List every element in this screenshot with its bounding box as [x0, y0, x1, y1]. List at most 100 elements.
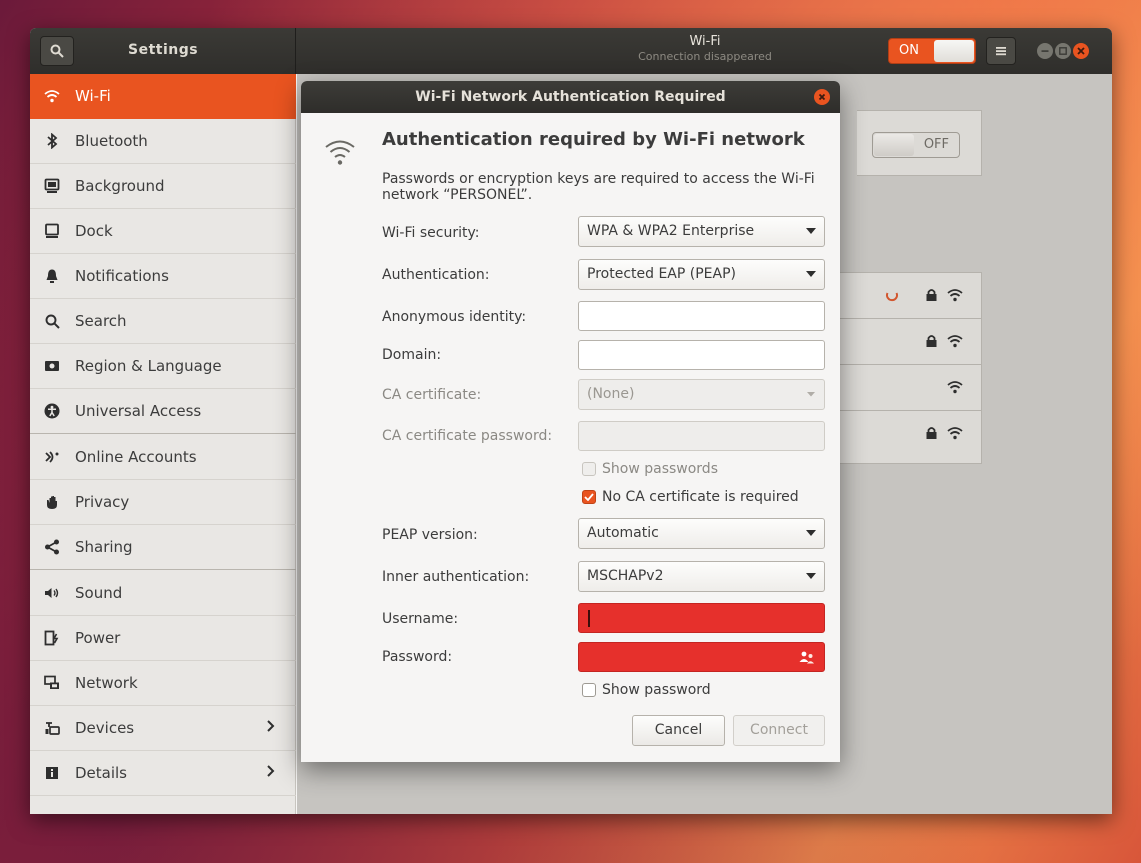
show-passwords-checkbox[interactable] [582, 462, 596, 476]
network-row[interactable] [837, 319, 982, 365]
dock-icon [42, 221, 62, 241]
show-password-checkbox-row[interactable]: Show password [582, 682, 711, 698]
app-title: Settings [128, 42, 199, 58]
menu-button[interactable] [986, 37, 1016, 65]
text-cursor [588, 610, 590, 627]
peap-version-label: PEAP version: [382, 527, 478, 543]
sidebar-item-dock[interactable]: Dock [30, 209, 296, 254]
sidebar-item-label: Network [75, 674, 138, 692]
sidebar-item-label: Notifications [75, 267, 169, 285]
region-icon [42, 356, 62, 376]
peap-version-select[interactable]: Automatic [578, 518, 825, 549]
sidebar-item-universal-access[interactable]: Universal Access [30, 389, 296, 434]
sidebar-item-label: Bluetooth [75, 132, 148, 150]
sidebar-item-label: Devices [75, 719, 135, 737]
sidebar-item-sharing[interactable]: Sharing [30, 525, 296, 570]
inner-authentication-value: MSCHAPv2 [587, 568, 664, 584]
show-password-checkbox[interactable] [582, 683, 596, 697]
sidebar-item-label: Details [75, 764, 128, 782]
sidebar-item-search[interactable]: Search [30, 299, 296, 344]
lock-icon [926, 427, 937, 439]
headerbar-left: Settings [30, 28, 296, 74]
dialog-heading: Authentication required by Wi-Fi network [382, 129, 805, 150]
search-icon [42, 311, 62, 331]
airplane-mode-switch[interactable]: OFF [872, 132, 960, 158]
cancel-button[interactable]: Cancel [632, 715, 725, 746]
sidebar-item-label: Dock [75, 222, 113, 240]
dialog-close-button[interactable] [814, 89, 830, 105]
sidebar-item-label: Online Accounts [75, 448, 197, 466]
sidebar-item-label: Sharing [75, 538, 133, 556]
sidebar-item-label: Wi-Fi [75, 87, 111, 105]
show-passwords-checkbox-row[interactable]: Show passwords [582, 461, 718, 477]
show-passwords-label: Show passwords [602, 461, 718, 477]
minimize-button[interactable] [1037, 43, 1053, 59]
inner-authentication-select[interactable]: MSCHAPv2 [578, 561, 825, 592]
minimize-icon [1041, 50, 1049, 52]
password-field[interactable] [578, 642, 825, 672]
hand-icon [42, 492, 62, 512]
authentication-select[interactable]: Protected EAP (PEAP) [578, 259, 825, 290]
connect-button[interactable]: Connect [733, 715, 825, 746]
dropdown-arrow-icon [806, 228, 816, 234]
network-row[interactable] [837, 411, 982, 457]
network-row[interactable] [837, 365, 982, 411]
domain-field[interactable] [578, 340, 825, 370]
username-field[interactable] [578, 603, 825, 633]
sidebar-item-notifications[interactable]: Notifications [30, 254, 296, 299]
ca-certificate-label: CA certificate: [382, 387, 482, 403]
sidebar-item-network[interactable]: Network [30, 661, 296, 706]
sidebar-item-background[interactable]: Background [30, 164, 296, 209]
ca-certificate-password-field[interactable] [578, 421, 825, 451]
wifi-security-value: WPA & WPA2 Enterprise [587, 223, 755, 239]
speaker-icon [42, 583, 62, 603]
wifi-switch[interactable]: ON [888, 38, 976, 64]
lock-icon [926, 289, 937, 301]
online-accounts-icon [42, 447, 62, 467]
background-icon [42, 176, 62, 196]
wifi-signal-icon [947, 427, 963, 440]
ca-certificate-select[interactable]: (None) [578, 379, 825, 410]
airplane-mode-switch-label: OFF [923, 137, 949, 152]
sidebar-item-label: Privacy [75, 493, 130, 511]
username-label: Username: [382, 611, 459, 627]
power-icon [42, 628, 62, 648]
password-store-icon[interactable] [798, 649, 816, 665]
authentication-value: Protected EAP (PEAP) [587, 266, 736, 282]
network-row[interactable] [837, 273, 982, 319]
no-ca-required-checkbox[interactable] [582, 490, 596, 504]
wifi-security-select[interactable]: WPA & WPA2 Enterprise [578, 216, 825, 247]
no-ca-required-checkbox-row[interactable]: No CA certificate is required [582, 489, 799, 505]
wifi-security-label: Wi-Fi security: [382, 225, 480, 241]
lock-icon [926, 335, 937, 347]
wifi-auth-dialog: Wi-Fi Network Authentication Required Au… [301, 81, 840, 762]
sidebar-item-power[interactable]: Power [30, 616, 296, 661]
headerbar: Settings Wi-Fi Connection disappeared ON [30, 28, 1112, 74]
show-password-label: Show password [602, 682, 711, 698]
sidebar-item-region-language[interactable]: Region & Language [30, 344, 296, 389]
panel-title-block: Wi-Fi Connection disappeared [590, 34, 820, 63]
sidebar-item-details[interactable]: Details [30, 751, 296, 796]
wifi-signal-icon [947, 381, 963, 394]
search-button[interactable] [40, 36, 74, 66]
ca-certificate-password-label: CA certificate password: [382, 428, 553, 444]
sidebar-item-wifi[interactable]: Wi-Fi [30, 74, 296, 119]
close-icon [1077, 47, 1085, 55]
sidebar-item-privacy[interactable]: Privacy [30, 480, 296, 525]
wifi-switch-knob [934, 40, 974, 62]
sidebar-item-bluetooth[interactable]: Bluetooth [30, 119, 296, 164]
panel-title: Wi-Fi [689, 34, 721, 49]
sidebar-item-sound[interactable]: Sound [30, 571, 296, 616]
anonymous-identity-field[interactable] [578, 301, 825, 331]
maximize-icon [1059, 47, 1067, 55]
sidebar-item-online-accounts[interactable]: Online Accounts [30, 435, 296, 480]
checkmark-icon [584, 493, 594, 501]
spinner-icon [886, 292, 898, 302]
close-icon [818, 93, 826, 101]
sidebar-item-devices[interactable]: Devices [30, 706, 296, 751]
dropdown-arrow-icon [806, 271, 816, 277]
close-button[interactable] [1073, 43, 1089, 59]
dropdown-arrow-icon [806, 573, 816, 579]
dropdown-arrow-icon [806, 530, 816, 536]
maximize-button[interactable] [1055, 43, 1071, 59]
